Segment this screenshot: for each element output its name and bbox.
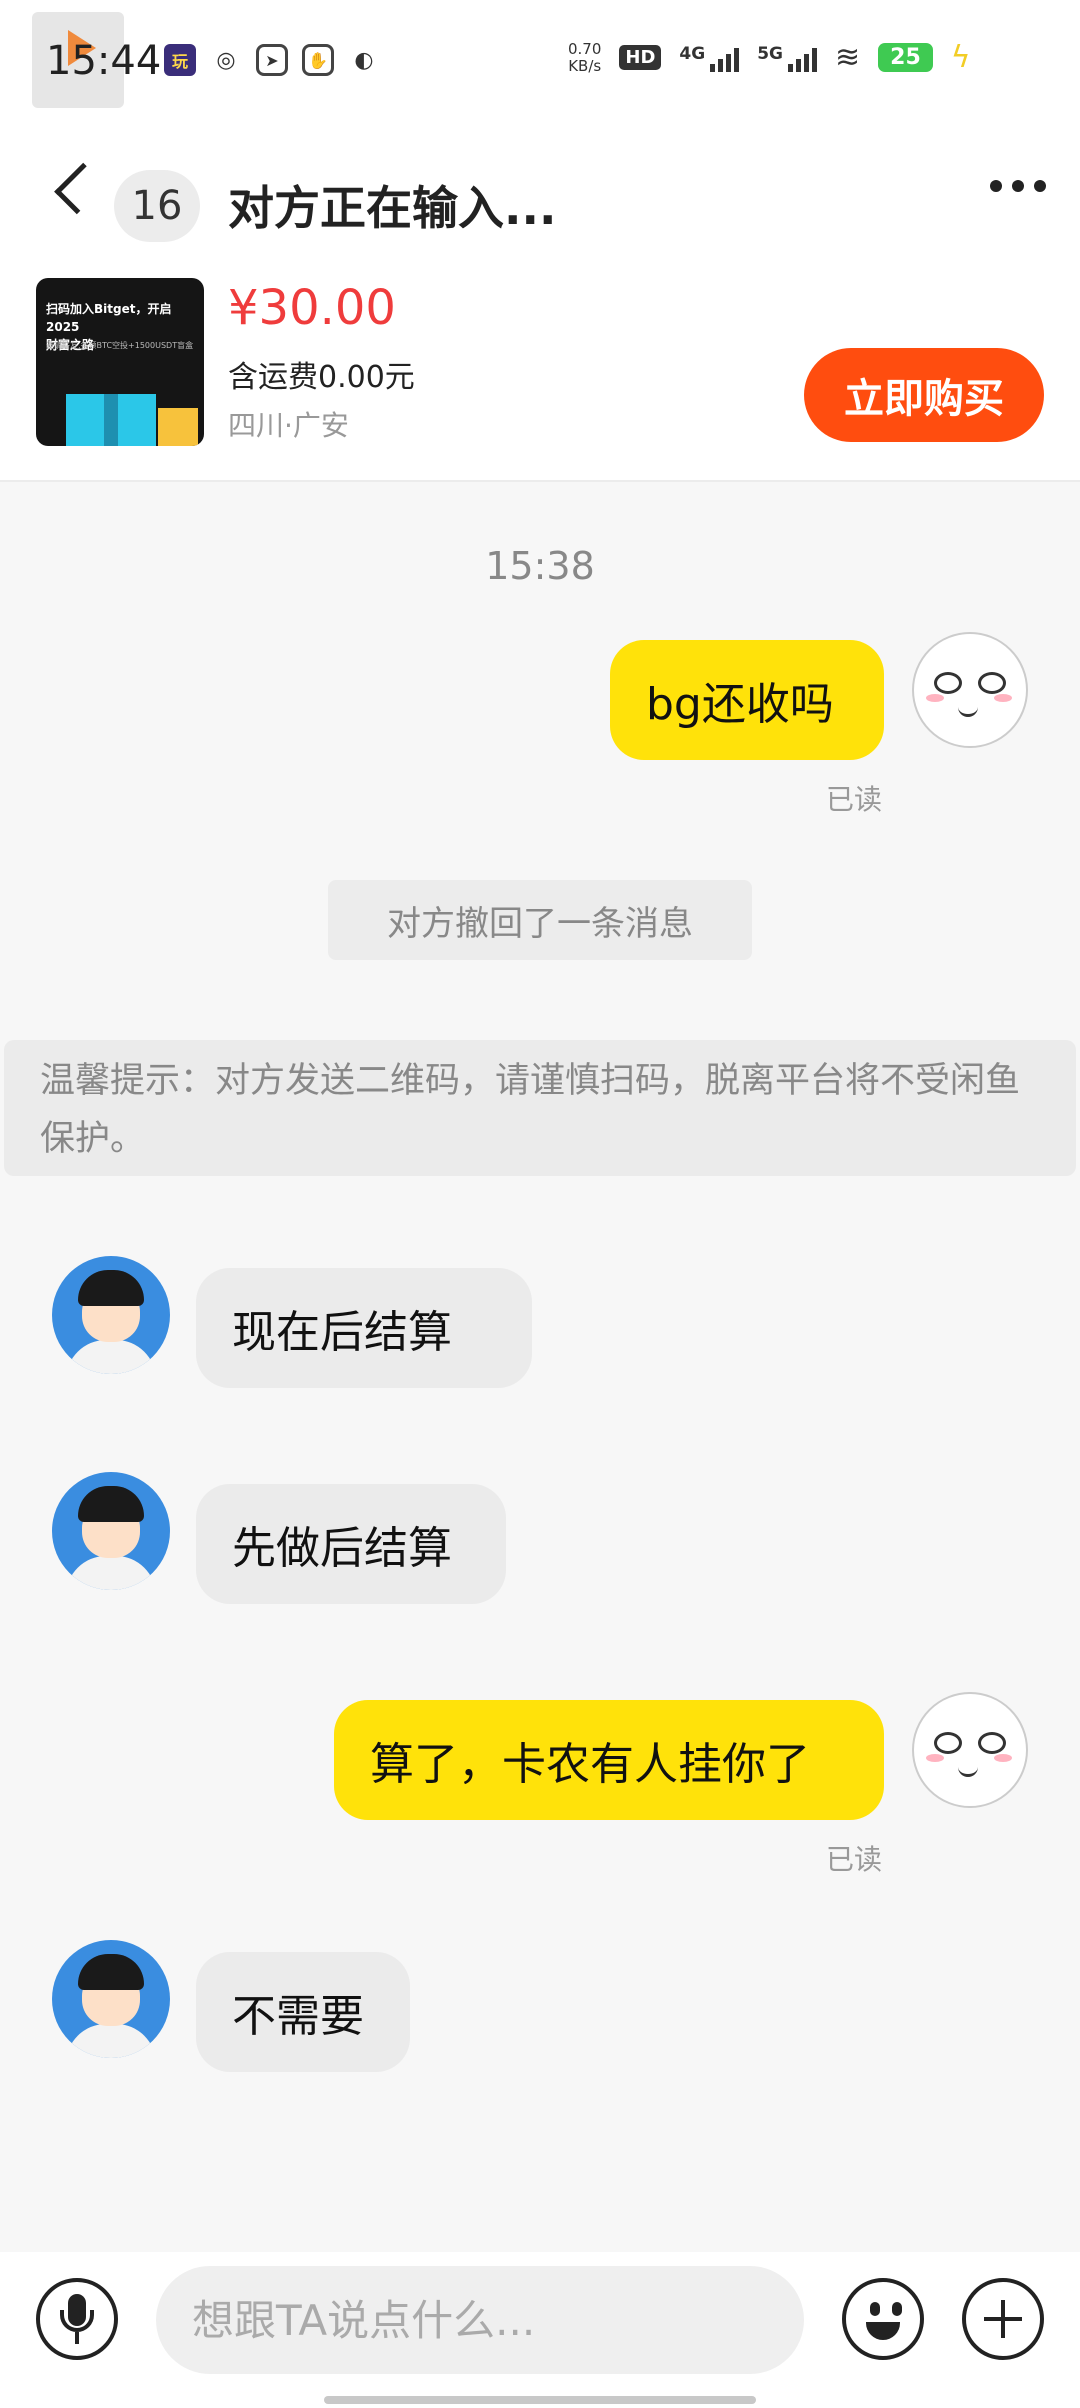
status-time: 15:44 <box>46 38 162 84</box>
chat-title: 对方正在输入... <box>228 181 557 235</box>
gift-box-icon <box>158 408 198 446</box>
network-speed: 0.70 KB/s <box>568 39 602 75</box>
shipping-fee: 含运费0.00元 <box>228 360 415 395</box>
unread-count-badge[interactable]: 16 <box>114 170 200 242</box>
more-dot-icon <box>990 180 1002 192</box>
status-bar: 15:44 玩 ◎ ➤ ✋ ◐ 0.70 KB/s HD 4G 5G ≋ 25 … <box>0 0 1080 130</box>
buy-now-button[interactable]: 立即购买 <box>804 348 1044 442</box>
more-actions-button[interactable] <box>962 2278 1044 2360</box>
more-options-button[interactable] <box>990 180 1046 192</box>
battery-icon: 25 <box>878 43 933 72</box>
emoji-button[interactable] <box>842 2278 924 2360</box>
their-message-bubble[interactable]: 现在后结算 <box>196 1268 532 1388</box>
hand-icon: ✋ <box>302 44 334 76</box>
my-avatar[interactable] <box>912 1692 1028 1808</box>
chat-header: 16 对方正在输入... <box>0 130 1080 250</box>
telegram-icon: ➤ <box>256 44 288 76</box>
read-status: 已读 <box>826 783 883 816</box>
message-timestamp: 15:38 <box>485 544 595 588</box>
back-button[interactable] <box>46 148 106 228</box>
wifi-icon: ≋ <box>835 40 861 75</box>
read-status: 已读 <box>826 1843 883 1876</box>
chevron-left-icon <box>54 162 106 214</box>
browser-icon: ◐ <box>354 47 374 73</box>
my-message-bubble[interactable]: bg还收吗 <box>610 640 884 760</box>
their-message-bubble[interactable]: 先做后结算 <box>196 1484 506 1604</box>
chat-messages[interactable]: 15:38 bg还收吗 已读 对方撤回了一条消息 温馨提示：对方发送二维码，请谨… <box>0 482 1080 2252</box>
charging-icon: ϟ <box>950 40 971 75</box>
notification-icons: 玩 ◎ ➤ ✋ ◐ <box>164 44 380 76</box>
system-icons: 0.70 KB/s HD 4G 5G ≋ 25 ϟ <box>568 40 971 75</box>
product-price: ¥30.00 <box>228 280 396 336</box>
seller-location: 四川·广安 <box>228 409 349 442</box>
game-app-icon: 玩 <box>164 44 196 76</box>
voice-input-button[interactable] <box>36 2278 118 2360</box>
seller-avatar[interactable] <box>52 1256 170 1374</box>
seller-avatar[interactable] <box>52 1472 170 1590</box>
signal-5g-icon: 5G <box>757 44 818 72</box>
recalled-message-notice: 对方撤回了一条消息 <box>328 880 752 960</box>
seller-avatar[interactable] <box>52 1940 170 2058</box>
product-thumbnail[interactable]: 扫码加入Bitget，开启2025 财富之路 邀请好友,各领BTC空投+1500… <box>36 278 204 446</box>
wechat-icon: ◎ <box>216 47 236 73</box>
hd-voice-icon: HD <box>619 45 662 70</box>
message-input[interactable] <box>156 2266 804 2374</box>
signal-4g-icon: 4G <box>679 44 740 72</box>
message-input-bar <box>0 2252 1080 2408</box>
my-message-bubble[interactable]: 算了，卡农有人挂你了 <box>334 1700 884 1820</box>
product-card[interactable]: 扫码加入Bitget，开启2025 财富之路 邀请好友,各领BTC空投+1500… <box>0 260 1080 482</box>
thumbnail-subtitle: 邀请好友,各领BTC空投+1500USDT盲盒 <box>46 341 194 350</box>
emoji-icon <box>870 2302 880 2316</box>
home-indicator[interactable] <box>324 2396 756 2404</box>
safety-warning: 温馨提示：对方发送二维码，请谨慎扫码，脱离平台将不受闲鱼保护。 <box>4 1040 1076 1176</box>
my-avatar[interactable] <box>912 632 1028 748</box>
their-message-bubble[interactable]: 不需要 <box>196 1952 410 2072</box>
